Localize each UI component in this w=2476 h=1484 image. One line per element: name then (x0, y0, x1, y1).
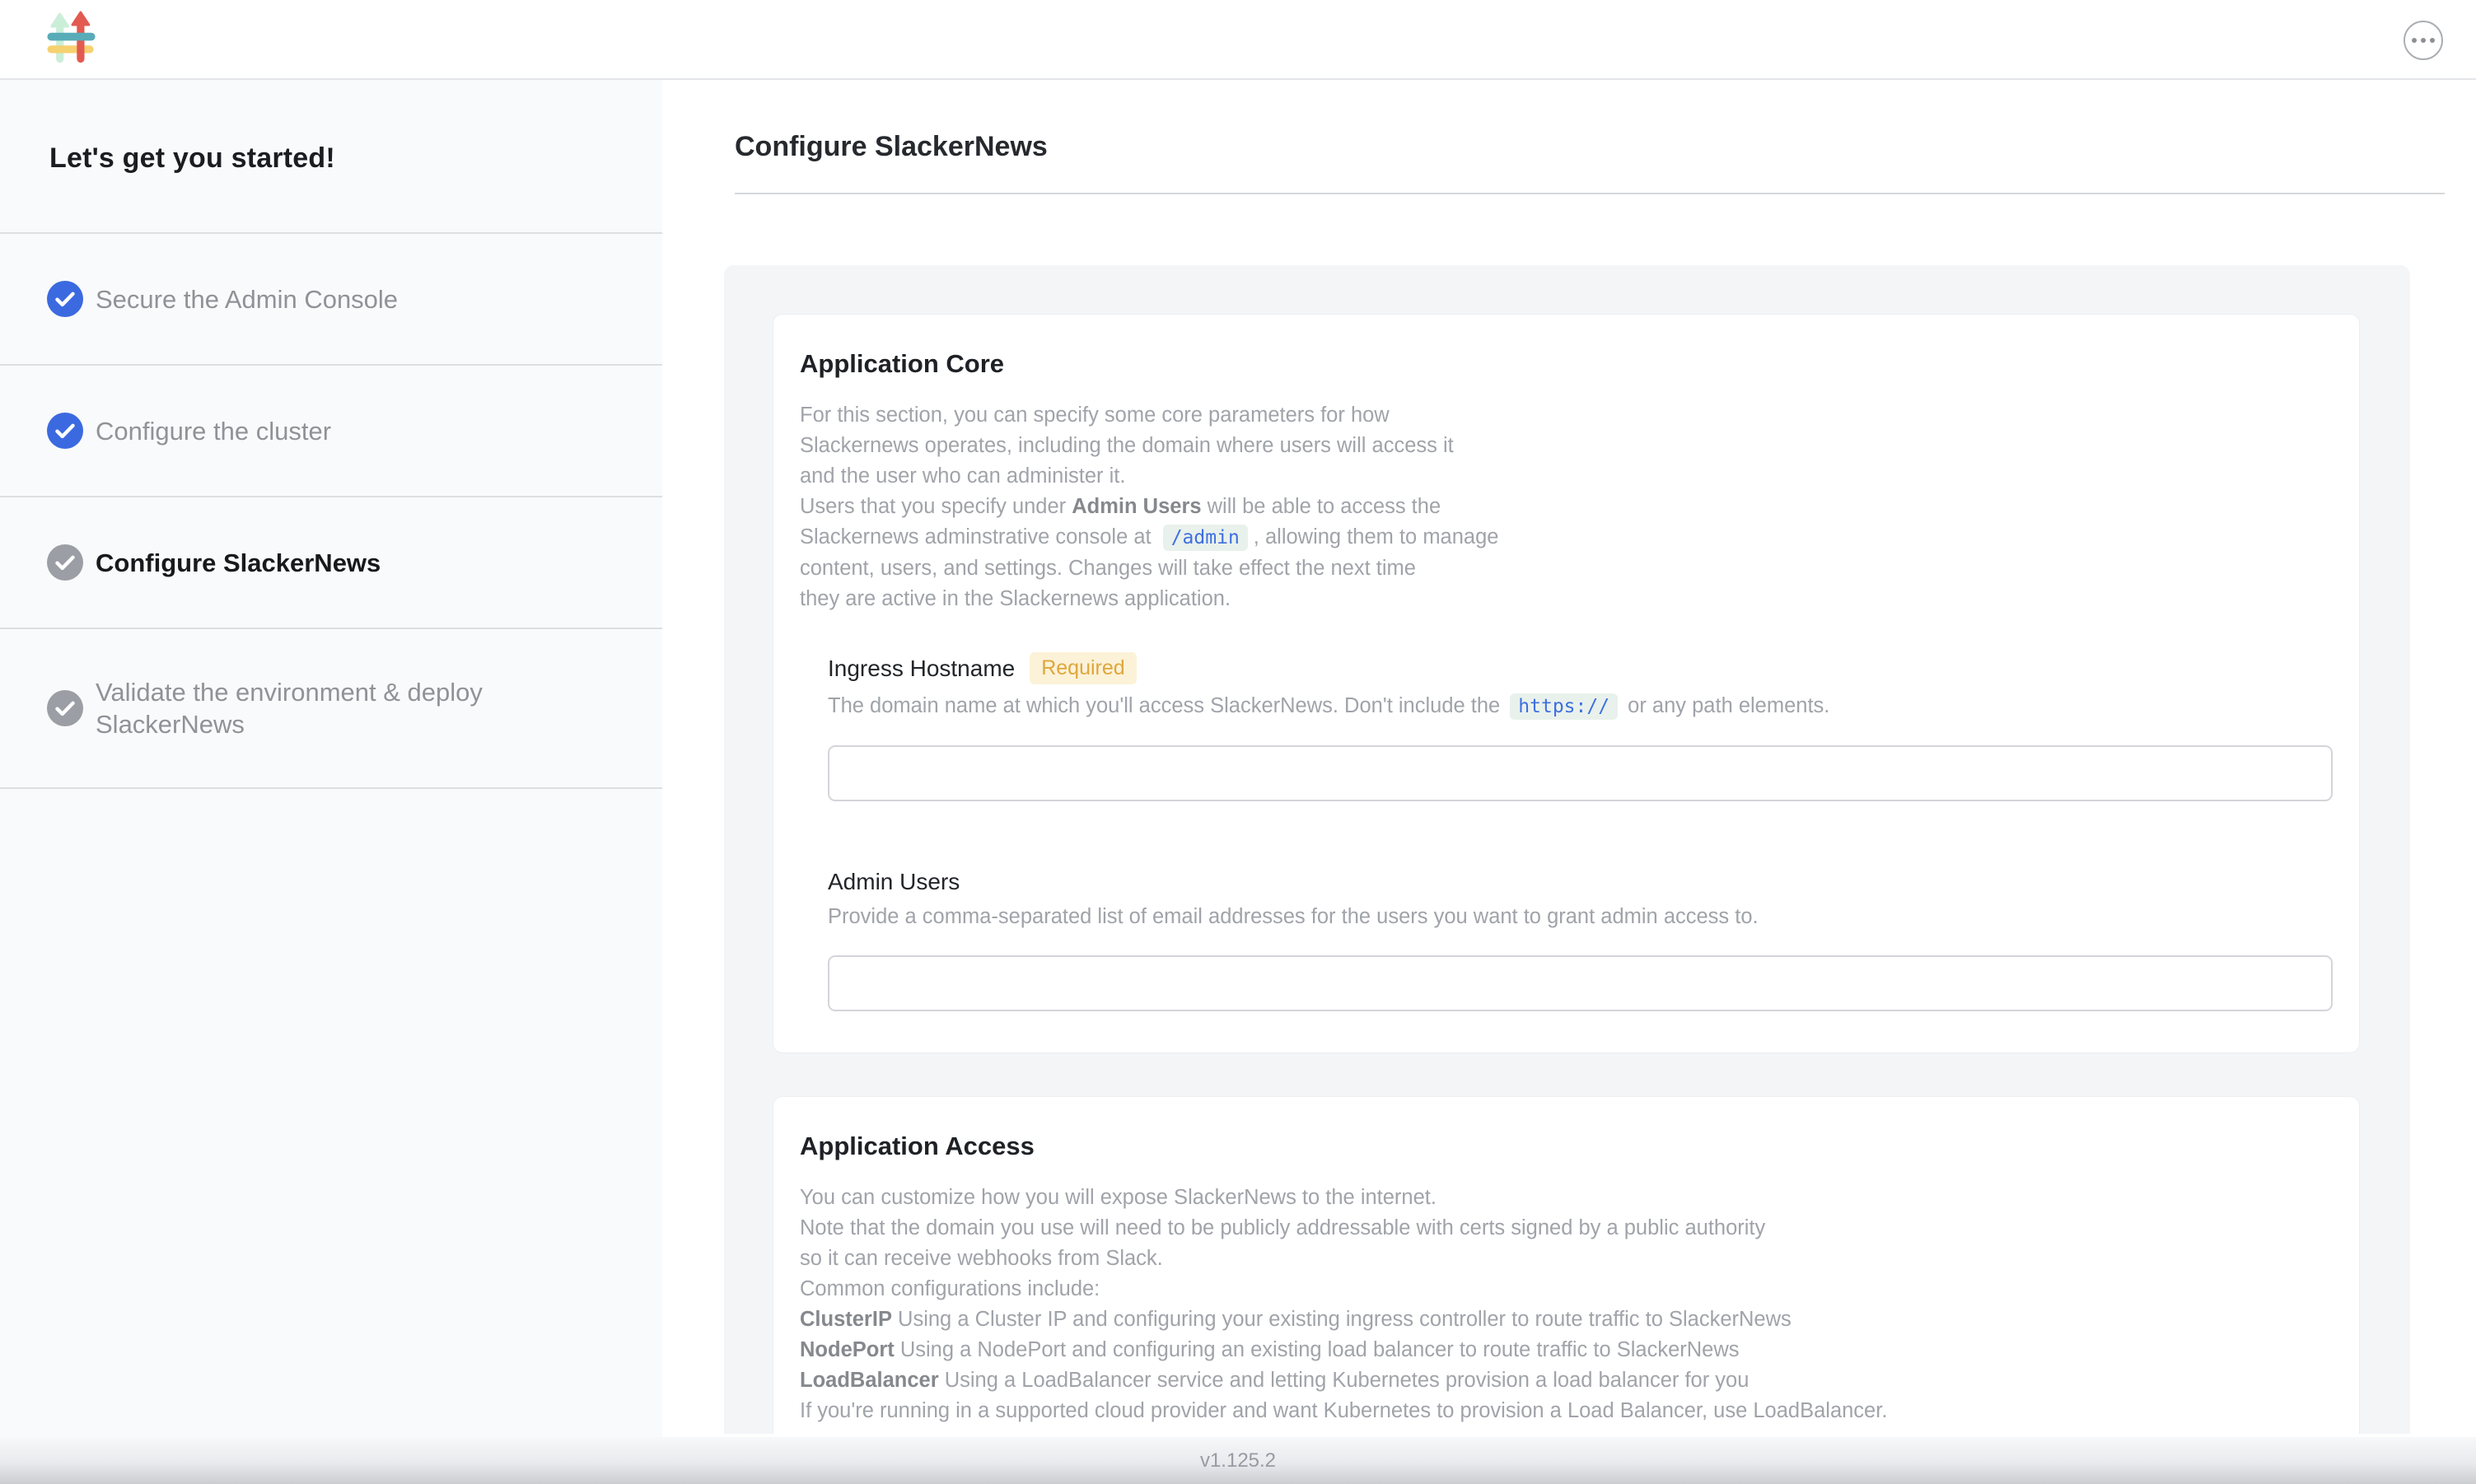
admin-users-field-group: Admin Users Provide a comma-separated li… (828, 869, 2333, 1011)
step-complete-check-icon (47, 413, 83, 449)
step-label: Validate the environment & deploy Slacke… (96, 676, 524, 740)
application-access-card: Application Access You can customize how… (773, 1096, 2360, 1434)
sidebar-step-secure-admin-console[interactable]: Secure the Admin Console (0, 232, 662, 364)
admin-users-help: Provide a comma-separated list of email … (828, 902, 2333, 932)
ingress-hostname-help: The domain name at which you'll access S… (828, 691, 2333, 722)
slackernews-logo-icon (46, 11, 97, 71)
sidebar-step-validate-deploy[interactable]: Validate the environment & deploy Slacke… (0, 628, 662, 789)
ellipsis-icon (2412, 38, 2435, 43)
setup-steps-sidebar: Let's get you started! Secure the Admin … (0, 80, 662, 1437)
setup-wizard-page: Let's get you started! Secure the Admin … (0, 0, 2476, 1484)
more-menu-button[interactable] (2404, 21, 2443, 60)
step-label: Configure SlackerNews (96, 547, 381, 579)
section-title-application-access: Application Access (800, 1132, 2333, 1161)
admin-users-label: Admin Users (828, 869, 960, 895)
page-title: Configure SlackerNews (735, 131, 2445, 163)
step-pending-check-icon (47, 690, 83, 726)
version-label: v1.125.2 (1200, 1449, 1276, 1472)
ingress-hostname-label: Ingress Hostname (828, 656, 1015, 682)
admin-users-input[interactable] (828, 955, 2333, 1011)
application-core-card: Application Core For this section, you c… (773, 314, 2360, 1053)
section-title-application-core: Application Core (800, 349, 2333, 379)
app-footer: v1.125.2 (0, 1437, 2476, 1484)
step-complete-check-icon (47, 281, 83, 317)
ingress-hostname-input[interactable] (828, 745, 2333, 801)
title-divider (735, 193, 2445, 194)
application-core-description: For this section, you can specify some c… (800, 400, 2333, 614)
sidebar-step-configure-slackernews[interactable]: Configure SlackerNews (0, 496, 662, 628)
step-pending-check-icon (47, 544, 83, 581)
sidebar-step-configure-cluster[interactable]: Configure the cluster (0, 364, 662, 496)
sidebar-title: Let's get you started! (0, 80, 662, 232)
config-panel: Application Core For this section, you c… (724, 265, 2410, 1434)
step-label: Configure the cluster (96, 415, 331, 447)
application-access-description: You can customize how you will expose Sl… (800, 1183, 2333, 1426)
top-bar (0, 0, 2476, 80)
step-label: Secure the Admin Console (96, 283, 398, 315)
ingress-hostname-field-group: Ingress Hostname Required The domain nam… (828, 652, 2333, 801)
required-badge: Required (1030, 652, 1136, 684)
config-content-area: Configure SlackerNews Application Core F… (662, 80, 2476, 1437)
